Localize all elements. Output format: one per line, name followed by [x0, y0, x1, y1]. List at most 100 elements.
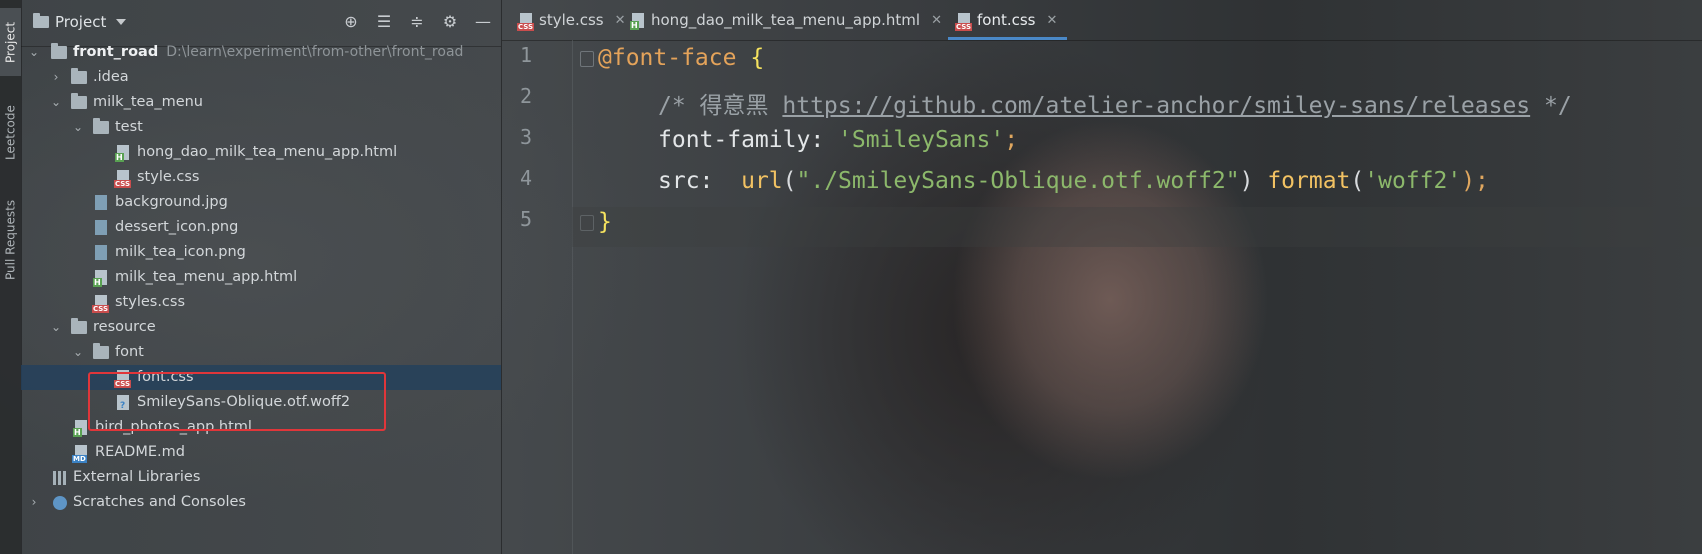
folder-icon: [93, 118, 109, 134]
string-token: 'woff2': [1364, 168, 1462, 194]
tab-style-css[interactable]: style.css ✕: [510, 0, 636, 40]
tree-row-resource[interactable]: ⌄ resource: [21, 315, 501, 340]
string-token: 'SmileySans': [838, 127, 1005, 153]
css-file-icon: [92, 295, 110, 313]
tree-row-milk-tea-icon[interactable]: milk_tea_icon.png: [21, 240, 501, 265]
at-rule-token: @font-face: [598, 45, 737, 71]
tree-row-background-jpg[interactable]: background.jpg: [21, 190, 501, 215]
tree-row-idea[interactable]: › .idea: [21, 65, 501, 90]
tree-item-label: font: [115, 344, 144, 360]
tool-window-strip: Project Leetcode Pull Requests: [0, 0, 22, 554]
tree-row-front-road[interactable]: ⌄ front_road D:\learn\experiment\from-oth…: [21, 40, 501, 65]
comment-token: /* 得意黑: [658, 93, 783, 119]
tree-row-hong-dao-html[interactable]: hong_dao_milk_tea_menu_app.html: [21, 140, 501, 165]
project-tool-label: Project: [3, 21, 18, 63]
project-tool-tab[interactable]: Project: [0, 8, 21, 76]
tree-row-font[interactable]: ⌄ font: [21, 340, 501, 365]
leetcode-tool-tab[interactable]: Leetcode: [0, 96, 21, 170]
code-line-2[interactable]: /* 得意黑 https://github.com/atelier-anchor…: [658, 86, 1572, 120]
html-file-icon: [115, 145, 129, 162]
minimize-icon[interactable]: —: [473, 12, 493, 32]
tree-row-test[interactable]: ⌄ test: [21, 115, 501, 140]
css-file-icon: [955, 12, 973, 31]
tree-item-label: milk_tea_icon.png: [115, 244, 246, 260]
leetcode-tool-label: Leetcode: [3, 105, 18, 161]
line-number: 4: [519, 166, 532, 190]
tree-row-style-css[interactable]: style.css: [21, 165, 501, 190]
image-file-icon: [95, 195, 107, 210]
scratches-icon: [53, 496, 67, 510]
tree-row-dessert-icon[interactable]: dessert_icon.png: [21, 215, 501, 240]
tree-item-label: dessert_icon.png: [115, 219, 239, 235]
tree-row-readme[interactable]: README.md: [21, 440, 501, 465]
image-file-icon: [95, 245, 107, 260]
tree-item-label: hong_dao_milk_tea_menu_app.html: [137, 144, 398, 160]
tree-item-label: background.jpg: [115, 194, 228, 210]
folder-icon: [71, 68, 87, 84]
chevron-down-icon[interactable]: ⌄: [71, 115, 85, 140]
chevron-right-icon[interactable]: ›: [27, 490, 41, 515]
folder-icon: [33, 13, 49, 28]
line-number: 2: [519, 84, 532, 108]
chevron-down-icon[interactable]: ⌄: [71, 340, 85, 365]
punctuation-token: );: [1461, 168, 1489, 194]
collapse-all-icon[interactable]: ≑: [407, 12, 427, 32]
tree-row-milk-tea-menu-app[interactable]: milk_tea_menu_app.html: [21, 265, 501, 290]
tree-root-label: front_road: [73, 44, 159, 60]
tab-hong-dao-html[interactable]: hong_dao_milk_tea_menu_app.html ✕: [622, 0, 952, 40]
css-file-icon: [517, 12, 535, 31]
code-line-4[interactable]: src: url("./SmileySans-Oblique.otf.woff2…: [658, 168, 1489, 194]
folder-icon: [51, 43, 67, 59]
folder-icon: [93, 343, 109, 359]
css-file-icon: [114, 170, 132, 188]
punctuation-token: ): [1239, 168, 1268, 194]
folder-icon: [71, 93, 87, 109]
tree-row-styles-css[interactable]: styles.css: [21, 290, 501, 315]
chevron-down-icon[interactable]: ⌄: [49, 315, 63, 340]
html-file-icon: [93, 270, 107, 287]
image-file-icon: [95, 220, 107, 235]
code-line-5[interactable]: }: [598, 209, 612, 235]
project-panel-title: Project: [55, 13, 107, 31]
close-icon[interactable]: ✕: [1047, 13, 1058, 28]
fold-marker-icon[interactable]: [580, 51, 594, 67]
comment-token: */: [1530, 93, 1572, 119]
chevron-down-icon[interactable]: ⌄: [27, 40, 41, 65]
comment-url-link[interactable]: https://github.com/atelier-anchor/smiley…: [782, 93, 1530, 119]
tab-label: font.css: [977, 11, 1036, 29]
library-icon: [53, 471, 69, 485]
line-number: 3: [519, 125, 532, 149]
html-file-icon: [630, 12, 644, 30]
code-line-3[interactable]: font-family: 'SmileySans';: [658, 127, 1018, 153]
line-number: 5: [519, 207, 532, 231]
project-toolbar: ⊕ ☰ ≑ ⚙ —: [341, 12, 493, 32]
tree-item-label: resource: [93, 319, 156, 335]
tab-font-css[interactable]: font.css ✕: [948, 0, 1068, 40]
tree-row-milk-tea-menu[interactable]: ⌄ milk_tea_menu: [21, 90, 501, 115]
brace-token: {: [750, 45, 765, 71]
project-tree: ⌄ front_road D:\learn\experiment\from-oth…: [21, 40, 501, 515]
tree-row-external-libraries[interactable]: External Libraries: [21, 465, 501, 490]
folder-icon: [71, 318, 87, 334]
tree-item-label: README.md: [95, 444, 185, 460]
expand-all-icon[interactable]: ☰: [374, 12, 394, 32]
locate-icon[interactable]: ⊕: [341, 12, 361, 32]
editor-tab-bar: style.css ✕ hong_dao_milk_tea_menu_app.h…: [502, 0, 1702, 41]
close-icon[interactable]: ✕: [931, 13, 942, 28]
tree-item-label: test: [115, 119, 143, 135]
tree-item-label: milk_tea_menu: [93, 94, 203, 110]
pull-requests-tool-label: Pull Requests: [3, 199, 18, 281]
chevron-down-icon[interactable]: ⌄: [49, 90, 63, 115]
line-number: 1: [519, 43, 532, 67]
chevron-right-icon[interactable]: ›: [49, 65, 63, 90]
project-view-selector[interactable]: Project: [33, 13, 127, 31]
tree-root-path: D:\learn\experiment\from-other\front_roa…: [166, 44, 464, 60]
pull-requests-tool-tab[interactable]: Pull Requests: [0, 192, 21, 288]
tree-item-label: External Libraries: [73, 469, 201, 485]
punctuation-token: (: [782, 168, 797, 194]
code-line-1[interactable]: @font-face {: [598, 45, 764, 71]
gear-icon[interactable]: ⚙: [440, 12, 460, 32]
property-token: src:: [658, 168, 742, 194]
tree-row-scratches[interactable]: › Scratches and Consoles: [21, 490, 501, 515]
annotation-highlight-box: [88, 372, 386, 431]
